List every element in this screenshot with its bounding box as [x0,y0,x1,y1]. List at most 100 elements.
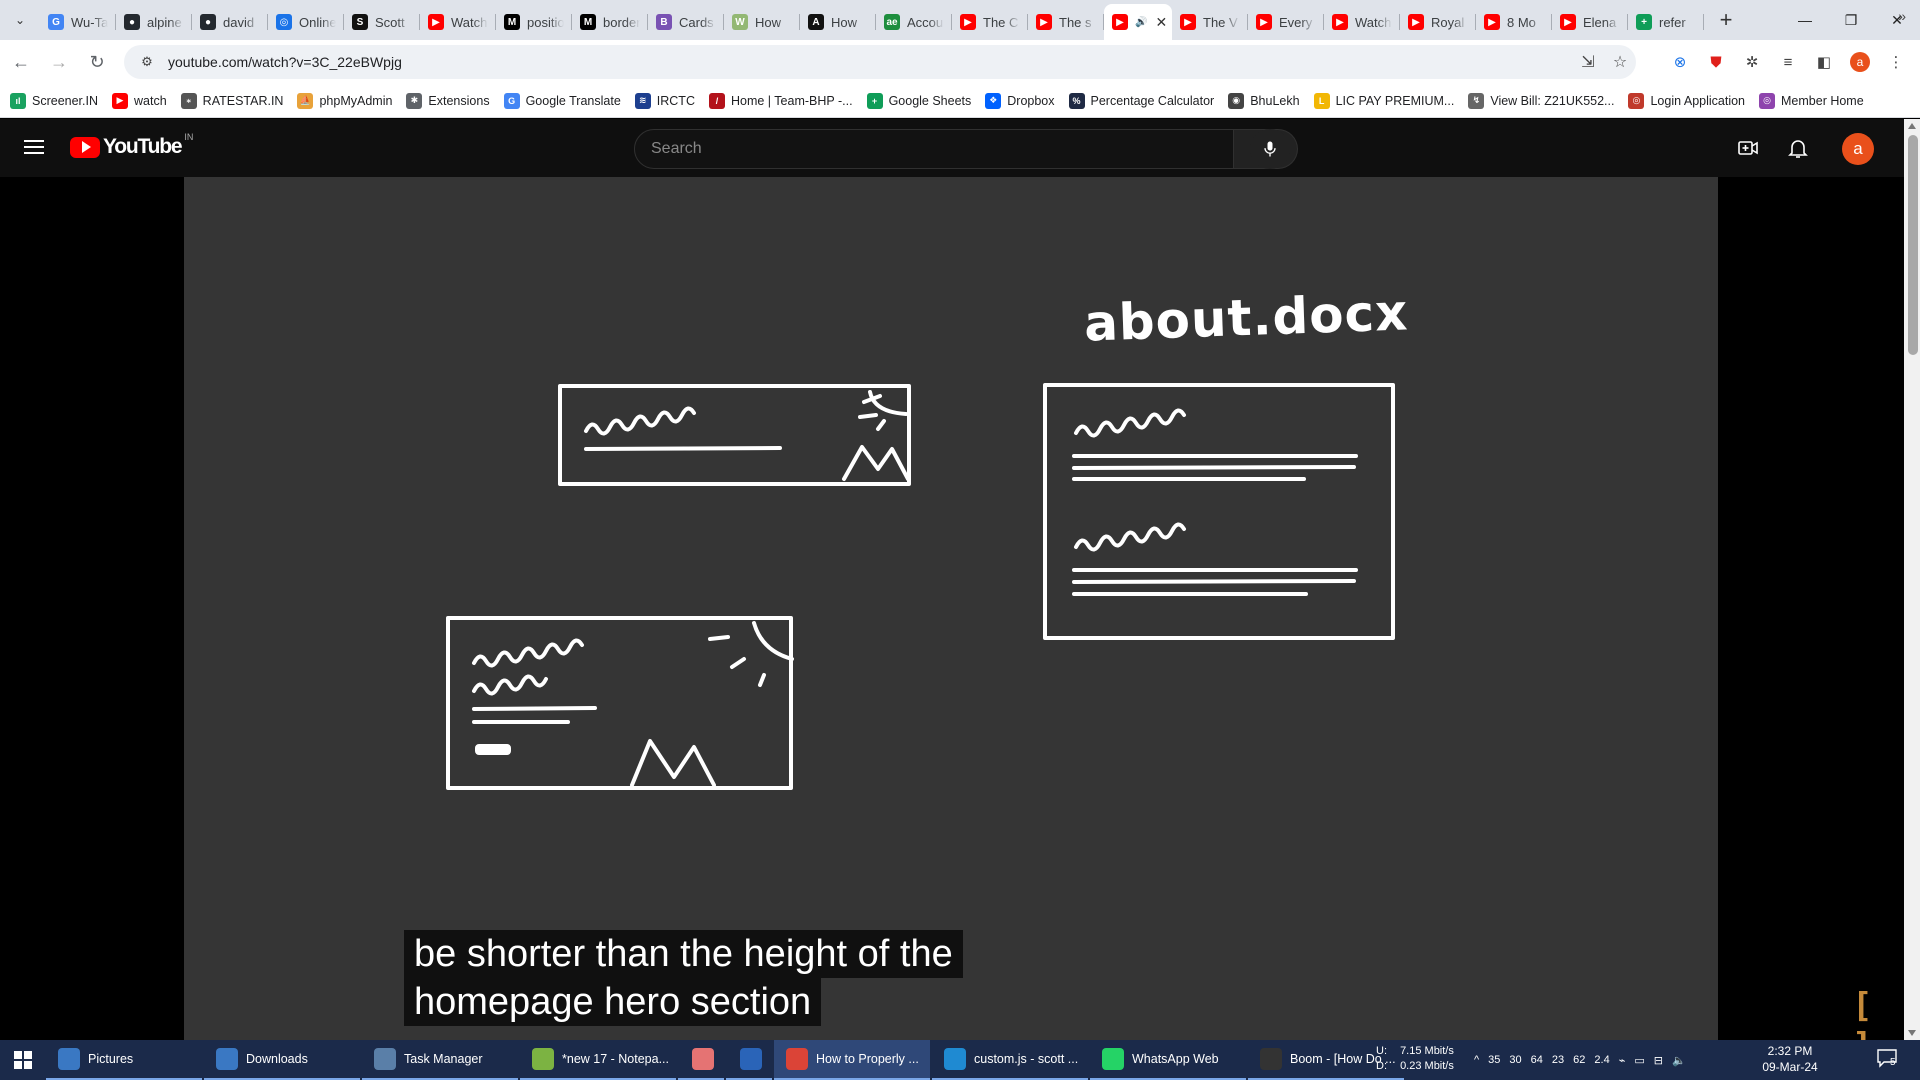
browser-tab[interactable]: ◎ Online [268,6,344,38]
video-player[interactable]: about.docx be shorter than the height of… [184,177,1718,1040]
url-text[interactable]: youtube.com/watch?v=3C_22eBWpjg [168,54,1572,70]
bookmark-item[interactable]: ≋ IRCTC [634,92,695,109]
side-panel-icon[interactable]: ◧ [1806,45,1842,79]
youtube-logo[interactable]: YouTube IN [70,132,193,159]
bookmarks-overflow-icon[interactable]: » [1898,8,1906,24]
bookmark-item[interactable]: ◉ BhuLekh [1228,92,1300,109]
audio-playing-icon[interactable]: 🔊 [1135,17,1147,28]
tab-title: Cards [679,14,714,30]
new-tab-button[interactable]: + [1710,4,1742,36]
volume-icon[interactable]: 🔈 [1672,1054,1686,1067]
media-control-icon[interactable]: ≡ [1770,45,1806,79]
bookmark-item[interactable]: ✱ Extensions [406,92,490,109]
browser-tab[interactable]: ▶ 8 Mo [1476,6,1552,38]
tray-indicator[interactable]: 35 [1488,1054,1500,1066]
taskbar-app-label: custom.js - scott ... [974,1052,1079,1066]
install-app-icon[interactable]: ⇲ [1572,46,1604,78]
bookmark-item[interactable]: ↯ View Bill: Z21UK552... [1468,92,1614,109]
minimize-button[interactable]: — [1782,0,1828,40]
taskbar-app-button[interactable]: *new 17 - Notepa... [520,1040,676,1080]
browser-tab[interactable]: ● alpine [116,6,192,38]
browser-tab[interactable]: ▶ The s [1028,6,1104,38]
taskbar-clock[interactable]: 2:32 PM 09-Mar-24 [1755,1043,1825,1075]
bookmark-item[interactable]: % Percentage Calculator [1068,92,1214,109]
taskbar-app-button[interactable]: How to Properly ... [774,1040,930,1080]
browser-tab[interactable]: Mposition [496,6,572,38]
tab-search-chevron-icon[interactable]: ⌄ [0,0,40,40]
browser-tab[interactable]: + refer [1628,6,1704,38]
browser-tab[interactable]: B Cards [648,6,724,38]
tray-indicator[interactable]: ^ [1474,1054,1479,1066]
tray-indicator[interactable]: 62 [1573,1054,1585,1066]
bookmark-star-icon[interactable]: ☆ [1604,46,1636,78]
taskbar-app-button[interactable] [726,1040,772,1080]
restore-button[interactable]: ❐ [1828,0,1874,40]
start-button[interactable] [0,1040,46,1080]
close-tab-icon[interactable]: ✕ [1155,14,1167,31]
bookmark-item[interactable]: / Home | Team-BHP -... [708,92,853,109]
browser-tab[interactable]: ▶ Elena [1552,6,1628,38]
chrome-menu-icon[interactable]: ⋮ [1878,45,1914,79]
scrollbar-thumb[interactable] [1908,135,1918,355]
account-avatar[interactable]: a [1842,133,1874,165]
menu-hamburger-icon[interactable] [22,136,46,160]
browser-tab[interactable]: ▶ Every [1248,6,1324,38]
taskbar-app-button[interactable]: Pictures [46,1040,202,1080]
site-info-icon[interactable]: ⚙ [132,54,162,70]
tray-indicator[interactable]: 30 [1509,1054,1521,1066]
extension-shield-icon[interactable]: ⛊ [1698,45,1734,79]
browser-tab[interactable]: ▶ The C [952,6,1028,38]
bookmark-item[interactable]: L LIC PAY PREMIUM... [1313,92,1454,109]
tray-indicator[interactable]: 64 [1531,1054,1543,1066]
page-scrollbar[interactable] [1904,119,1920,1040]
address-bar[interactable]: ⚙ youtube.com/watch?v=3C_22eBWpjg ⇲ ☆ [124,45,1636,79]
notifications-button[interactable] [1786,136,1810,160]
browser-tab[interactable]: ae Account [876,6,952,38]
tray-indicator[interactable]: 2.4 [1594,1054,1609,1066]
browser-tab[interactable]: ● david [192,6,268,38]
browser-tab[interactable]: ▶ Watch [1324,6,1400,38]
browser-tab[interactable]: ▶ 🔊 ✕ [1104,4,1172,40]
bookmark-item[interactable]: ◎ Login Application [1628,92,1745,109]
tray-indicator[interactable]: 23 [1552,1054,1564,1066]
bookmark-item[interactable]: G Google Translate [503,92,621,109]
network-icon[interactable]: ⊟ [1654,1054,1663,1067]
wifi-icon[interactable]: ⌁ [1619,1054,1626,1067]
battery-icon[interactable]: ▭ [1634,1054,1644,1067]
youtube-icon: ▶ [1332,14,1348,30]
bookmark-item[interactable]: ▶ watch [112,92,167,109]
forward-button[interactable]: → [42,45,76,79]
taskbar-app-button[interactable]: custom.js - scott ... [932,1040,1088,1080]
bookmark-item[interactable]: ⛵ phpMyAdmin [297,92,392,109]
bookmark-item[interactable]: + Google Sheets [866,92,971,109]
close-window-button[interactable]: ✕ [1874,0,1920,40]
reload-button[interactable]: ↻ [80,45,114,79]
bookmark-item[interactable]: ıl Screener.IN [10,92,98,109]
profile-button[interactable]: a [1842,45,1878,79]
browser-tab[interactable]: ▶ Watch [420,6,496,38]
search-input[interactable]: Search [634,129,1234,169]
browser-tab[interactable]: A How [800,6,876,38]
voice-search-button[interactable] [1250,129,1290,169]
browser-tab[interactable]: G Wu-Tang [40,6,116,38]
extensions-puzzle-icon[interactable]: ✲ [1734,45,1770,79]
browser-tab[interactable]: ▶ The V [1172,6,1248,38]
notification-center-button[interactable]: 5 [1876,1048,1902,1072]
browser-tab[interactable]: S Scott [344,6,420,38]
back-button[interactable]: ← [4,45,38,79]
scroll-down-arrow-icon[interactable] [1908,1030,1916,1036]
bookmark-item[interactable]: ⁎ RATESTAR.IN [180,92,283,109]
taskbar-app-button[interactable]: Task Manager [362,1040,518,1080]
scroll-up-arrow-icon[interactable] [1908,123,1916,129]
taskbar-app-button[interactable]: Downloads [204,1040,360,1080]
browser-tab[interactable]: ▶ Royal [1400,6,1476,38]
create-video-button[interactable] [1736,136,1760,160]
taskbar-app-button[interactable] [678,1040,724,1080]
globe-icon: ◎ [276,14,292,30]
browser-tab[interactable]: W How [724,6,800,38]
taskbar-app-button[interactable]: WhatsApp Web [1090,1040,1246,1080]
extension-globe-icon[interactable]: ⊗ [1662,45,1698,79]
bookmark-item[interactable]: ❖ Dropbox [985,92,1055,109]
browser-tab[interactable]: Mborder [572,6,648,38]
bookmark-item[interactable]: ◎ Member Home [1759,92,1864,109]
